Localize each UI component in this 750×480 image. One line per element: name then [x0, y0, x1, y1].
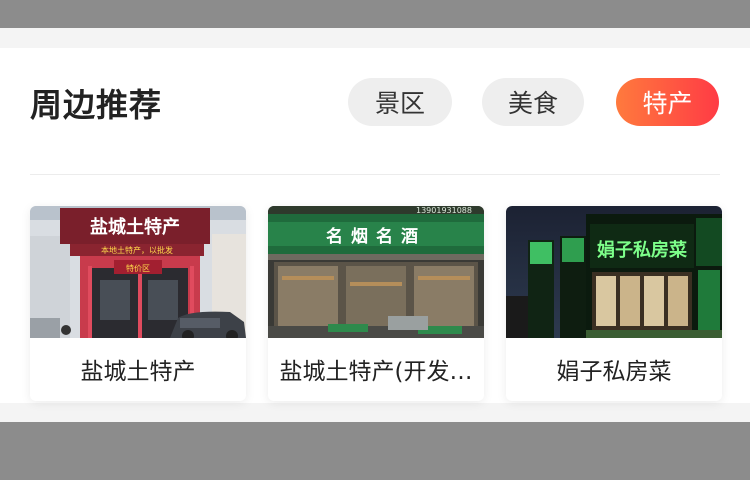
photo-sign-text: 盐城土特产	[90, 216, 180, 238]
header-divider	[30, 174, 720, 175]
place-name: 娟子私房菜	[556, 359, 672, 385]
page-background: 周边推荐 景区 美食 特产 盐城土特产 本地土特产，以批发 特价区 盐城土特产 …	[0, 28, 750, 448]
photo-phone-text: 13901931088	[416, 206, 472, 215]
place-name: 盐城土特产(开发…	[279, 359, 473, 385]
photo-sign-text: 名烟名酒	[326, 226, 426, 247]
place-photo: 13901931088 名烟名酒	[268, 206, 484, 338]
tab-food[interactable]: 美食	[482, 78, 584, 126]
photo-banner-text: 本地土特产，以批发	[101, 245, 173, 255]
nearby-recommend-card: 周边推荐 景区 美食 特产 盐城土特产 本地土特产，以批发 特价区 盐城土特产 …	[0, 48, 750, 403]
place-card-yancheng-specialty[interactable]: 盐城土特产 本地土特产，以批发 特价区 盐城土特产	[30, 206, 246, 401]
tab-specialty[interactable]: 特产	[616, 78, 719, 126]
top-backdrop	[0, 0, 750, 28]
place-card-juanzi-private-kitchen[interactable]: 娟子私房菜 娟子私房菜	[506, 206, 722, 401]
section-title: 周边推荐	[30, 86, 163, 124]
photo-small-sign: 特价区	[126, 263, 150, 273]
place-photo: 盐城土特产 本地土特产，以批发 特价区	[30, 206, 246, 338]
place-photo: 娟子私房菜	[506, 206, 722, 338]
place-card-yancheng-specialty-dev[interactable]: 13901931088 名烟名酒 盐城土特产(开发…	[268, 206, 484, 401]
place-name: 盐城土特产	[80, 359, 196, 385]
bottom-backdrop	[0, 422, 750, 480]
photo-sign-text: 娟子私房菜	[597, 239, 687, 261]
tab-scenic[interactable]: 景区	[348, 78, 452, 126]
